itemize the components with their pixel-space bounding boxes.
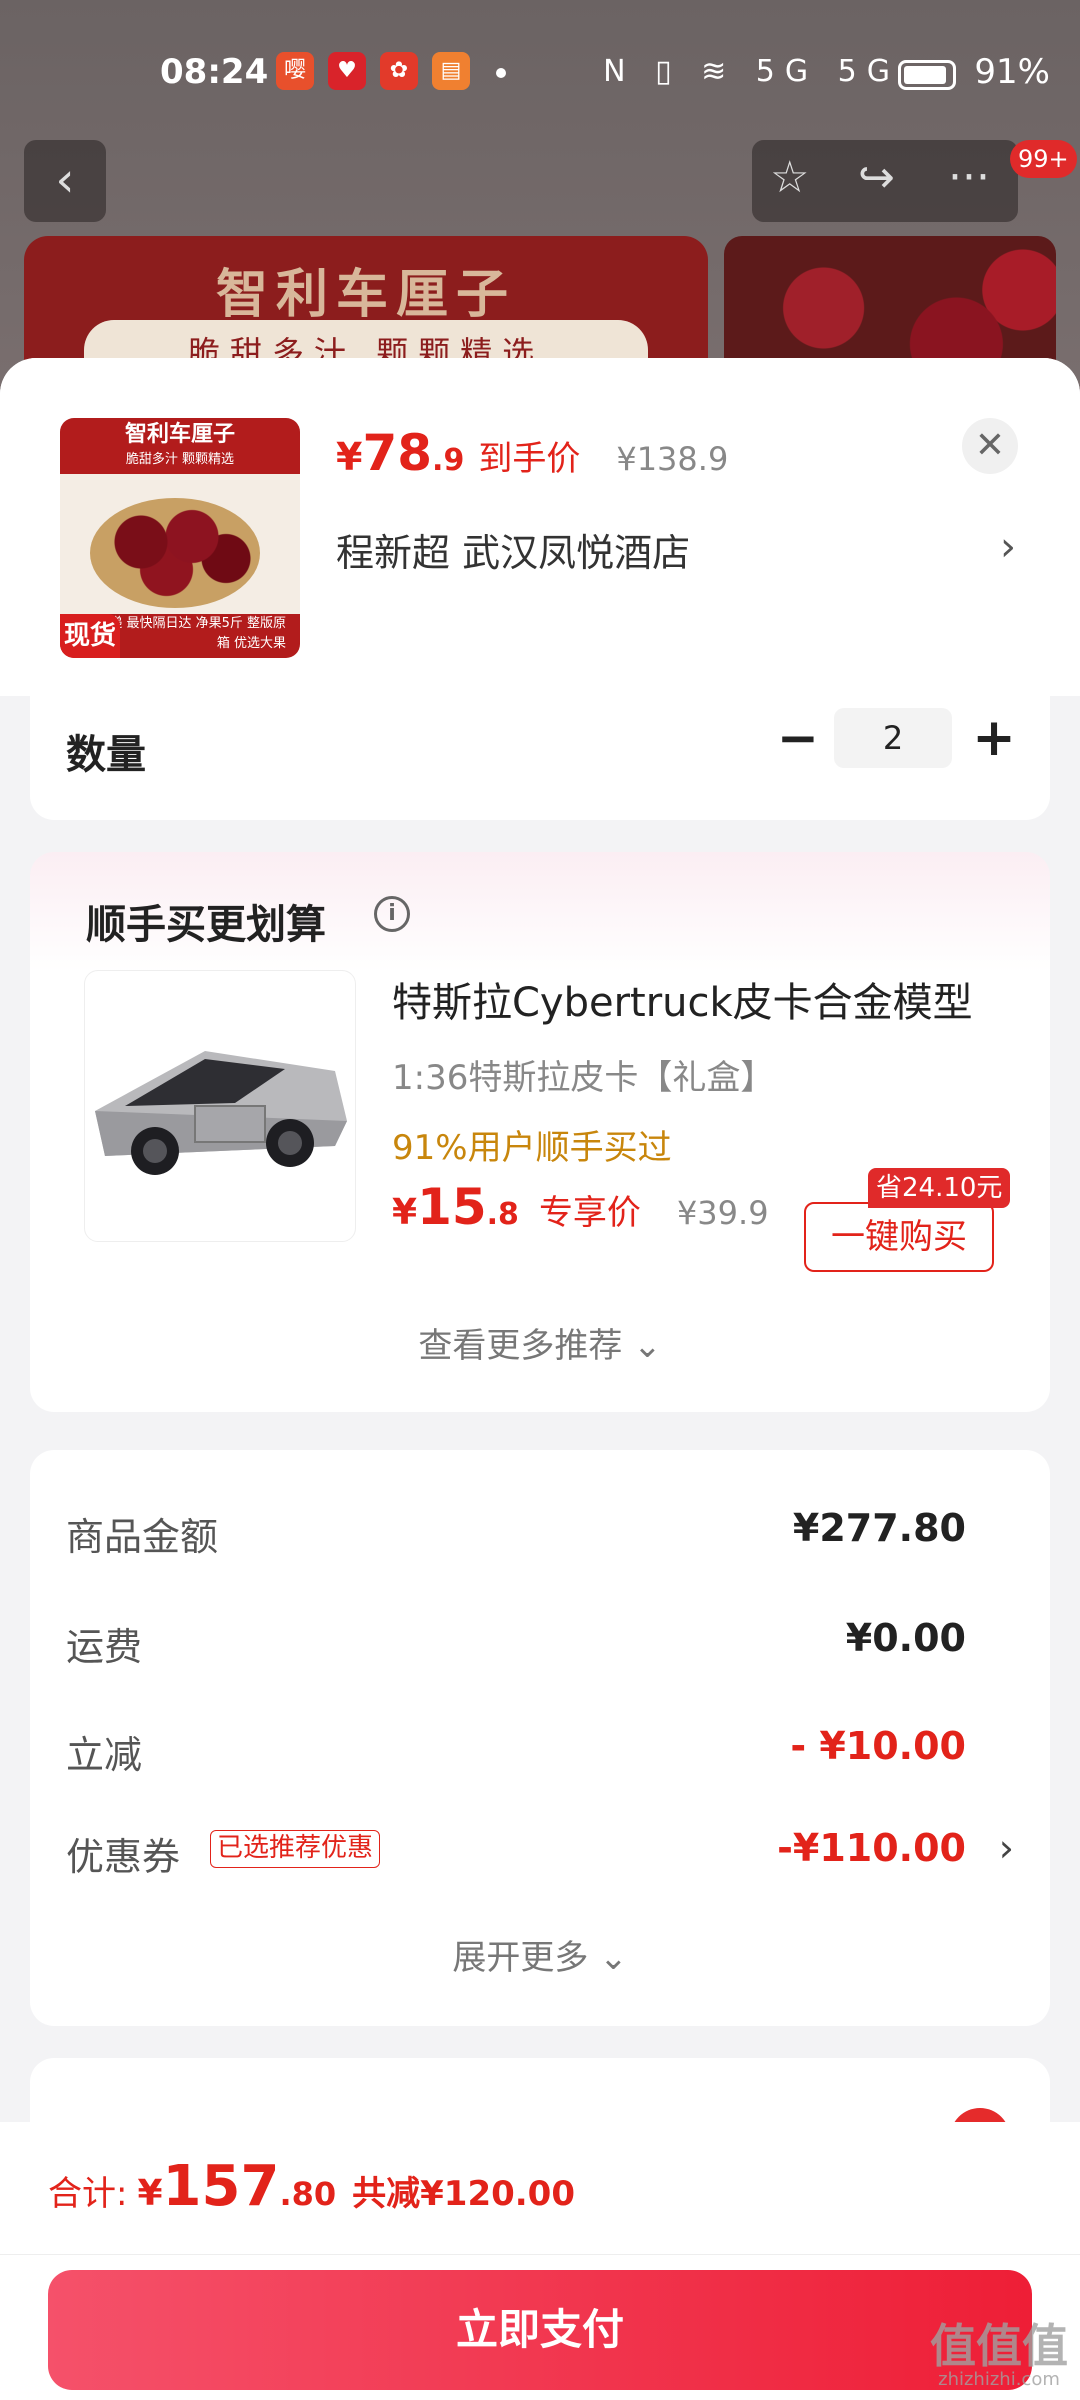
signal-icons: N ▯ ≋ 5G 5G <box>603 54 900 89</box>
price-integer: 15 <box>417 1178 487 1236</box>
status-time: 08:24 <box>160 52 269 92</box>
status-bar: 08:24 嘤 ♥ ✿ ▤ N ▯ ≋ 5G 5G 91% <box>0 40 1080 106</box>
product-image-subtitle: 脆甜多汁 颗颗精选 <box>125 452 235 467</box>
price-summary-card: 商品金额 ¥277.80 运费 ¥0.00 立减 - ¥10.00 优惠券 已选… <box>30 1450 1050 2026</box>
summary-label: 运费 <box>66 1625 143 1669</box>
expand-more-link[interactable]: 展开更多 ⌄ <box>30 1930 1050 1979</box>
order-total: 合计: ¥ 157 .80 共减¥120.00 <box>48 2154 575 2219</box>
back-button[interactable]: ‹ <box>24 140 106 222</box>
quantity-increase-button[interactable]: + <box>966 710 1022 766</box>
info-icon[interactable]: i <box>374 896 410 932</box>
checkout-footer: 合计: ¥ 157 .80 共减¥120.00 立即支付 值值值 zhizhiz… <box>0 2122 1080 2400</box>
price-label: 到手价 <box>478 439 581 479</box>
quantity-label: 数量 <box>66 732 146 778</box>
recommended-product-price: ¥ 15 .8 专享价 ¥39.9 <box>392 1178 769 1236</box>
quantity-card: 数量 − 2 + <box>30 696 1050 820</box>
more-icon[interactable]: ··· <box>948 152 990 203</box>
battery-icon <box>898 60 956 90</box>
cart-count-badge: 99+ <box>1010 140 1077 178</box>
top-actions-bar: ☆ ↪ ··· <box>752 140 1018 222</box>
cybertruck-model-image <box>95 1051 347 1175</box>
recommended-product-image[interactable] <box>84 970 356 1242</box>
address-text: 程新超 武汉凤悦酒店 <box>336 531 691 575</box>
in-stock-badge: 现货 <box>60 614 120 658</box>
more-notifications-dot <box>496 68 506 78</box>
summary-label: 商品金额 <box>66 1515 219 1559</box>
price-label: 专享价 <box>538 1193 641 1233</box>
one-click-buy-button[interactable]: 一键购买 <box>804 1202 994 1272</box>
summary-value: ¥0.00 <box>845 1616 966 1660</box>
social-proof-text: 91%用户顺手买过 <box>392 1128 672 1168</box>
close-button[interactable]: ✕ <box>962 418 1018 474</box>
recommendation-title: 顺手买更划算 <box>86 902 326 948</box>
original-price: ¥138.9 <box>616 440 729 478</box>
app-notification-icon: ♥ <box>328 52 366 90</box>
total-savings: 共减¥120.00 <box>352 2174 575 2214</box>
product-image-title-text: 智利车厘子 <box>124 422 235 447</box>
watermark-site: zhizhizhi.com <box>938 2369 1060 2390</box>
summary-label: 优惠券 <box>66 1835 181 1879</box>
watermark-logo-text: 值值值 <box>930 2319 1068 2373</box>
banner-title: 智利车厘子 <box>215 265 516 325</box>
summary-label: 立减 <box>66 1733 143 1777</box>
coupon-selected-tag: 已选推荐优惠 <box>210 1830 381 1868</box>
quantity-decrease-button[interactable]: − <box>770 712 826 768</box>
recommended-product-spec: 1:36特斯拉皮卡【礼盒】 <box>392 1058 775 1098</box>
total-decimal: .80 <box>279 2175 337 2213</box>
original-price: ¥39.9 <box>676 1194 769 1232</box>
chevron-right-icon: › <box>998 1826 1014 1870</box>
summary-value: -¥110.00 <box>777 1826 966 1870</box>
sheet-header: 智利车厘子 脆甜多汁 颗颗精选 京东快递 最快隔日达 净果5斤 整版原箱 优选大… <box>0 358 1080 696</box>
more-recommendations-link[interactable]: 查看更多推荐 ⌄ <box>30 1318 1050 1367</box>
price-currency: ¥ <box>392 1192 418 1233</box>
recommended-product-name[interactable]: 特斯拉Cybertruck皮卡合金模型 <box>392 970 973 1028</box>
app-notification-icon: 嘤 <box>276 52 314 90</box>
total-currency: ¥ <box>137 2173 163 2214</box>
product-image-title: 智利车厘子 脆甜多汁 颗颗精选 <box>60 418 300 474</box>
app-notification-icon: ✿ <box>380 52 418 90</box>
cherry-basket-image <box>90 498 260 608</box>
summary-value: - ¥10.00 <box>790 1724 966 1768</box>
app-notification-icon: ▤ <box>432 52 470 90</box>
product-image: 智利车厘子 脆甜多汁 颗颗精选 京东快递 最快隔日达 净果5斤 整版原箱 优选大… <box>60 418 300 658</box>
summary-value: ¥277.80 <box>792 1506 966 1550</box>
price-decimal: .8 <box>486 1197 519 1232</box>
quantity-input[interactable]: 2 <box>834 708 952 768</box>
divider <box>0 2254 1080 2255</box>
battery-level: 91% <box>974 52 1050 92</box>
price-currency: ¥ <box>336 435 363 479</box>
pay-now-button[interactable]: 立即支付 <box>48 2270 1032 2390</box>
checkout-sheet: 智利车厘子 脆甜多汁 颗颗精选 京东快递 最快隔日达 净果5斤 整版原箱 优选大… <box>0 358 1080 2400</box>
product-price: ¥ 78 .9 到手价 ¥138.9 <box>336 424 728 482</box>
price-decimal: .9 <box>432 443 465 478</box>
favorite-icon[interactable]: ☆ <box>770 152 809 203</box>
price-integer: 78 <box>362 424 433 482</box>
chevron-right-icon: › <box>1000 524 1016 570</box>
total-integer: 157 <box>162 2154 280 2219</box>
share-icon[interactable]: ↪ <box>858 152 895 203</box>
summary-row-coupon[interactable]: 优惠券 已选推荐优惠 -¥110.00 › <box>66 1826 1014 1879</box>
total-label: 合计: <box>48 2174 128 2214</box>
watermark-logo: 值值值 zhizhizhi.com <box>930 2322 1068 2390</box>
savings-badge: 省24.10元 <box>868 1168 1011 1208</box>
delivery-address[interactable]: 程新超 武汉凤悦酒店 › <box>336 522 1026 577</box>
recommendation-card: 顺手买更划算 i 特斯拉Cybertruck皮卡合金模型 1:36特斯拉皮卡【礼… <box>30 852 1050 1412</box>
